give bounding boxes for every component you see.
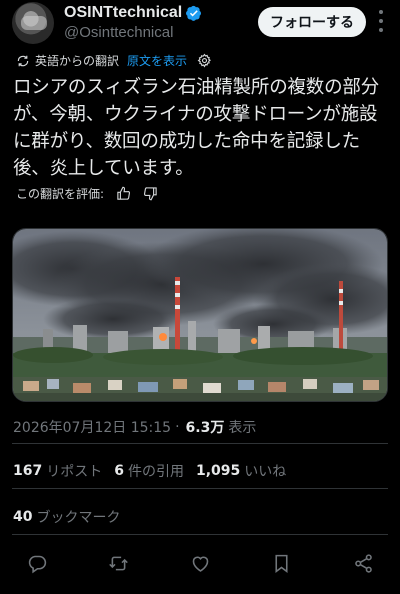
repost-icon [109, 556, 128, 570]
thumb-down-icon[interactable] [143, 186, 158, 201]
meta-separator: · [175, 419, 180, 435]
bookmarks-label[interactable]: ブックマーク [36, 507, 120, 527]
show-original-link[interactable]: 原文を表示 [127, 52, 187, 69]
translate-icon [17, 55, 29, 66]
reply-icon [28, 555, 46, 573]
rate-translation-label: この翻訳を評価: [16, 187, 105, 201]
avatar[interactable] [12, 2, 54, 44]
bookmark-button[interactable] [271, 552, 293, 574]
rate-translation: この翻訳を評価: [16, 185, 158, 202]
divider [12, 443, 388, 444]
translation-bar: 英語からの翻訳 原文を表示 [16, 52, 212, 69]
refinery-smoke-photo [13, 229, 387, 401]
tweet-header: OSINTtechnical @Osinttechnical フォローする [12, 2, 388, 46]
tweet-image[interactable] [12, 228, 388, 402]
like-icon [192, 556, 208, 572]
reply-button[interactable] [26, 552, 48, 574]
more-icon[interactable] [374, 10, 388, 32]
author-name[interactable]: OSINTtechnical [64, 4, 182, 22]
reposts-label[interactable]: リポスト [46, 461, 102, 481]
quotes-count[interactable]: 6 [114, 463, 124, 479]
like-button[interactable] [189, 552, 211, 574]
divider [12, 534, 388, 535]
share-icon [354, 553, 372, 573]
follow-button[interactable]: フォローする [258, 7, 366, 37]
tweet-meta: 2026年07月12日 15:15 · 6.3万 表示 [13, 417, 256, 437]
thumb-up-icon[interactable] [116, 186, 131, 201]
action-bar [12, 546, 388, 580]
engagement-stats: 167 リポスト 6 件の引用 1,095 いいね [13, 461, 298, 481]
bookmarks-count[interactable]: 40 [13, 509, 32, 525]
share-button[interactable] [352, 552, 374, 574]
verified-badge-icon [186, 5, 202, 21]
translation-label: 英語からの翻訳 [35, 54, 120, 68]
author-handle[interactable]: @Osinttechnical [64, 24, 173, 41]
divider [12, 488, 388, 489]
reposts-count[interactable]: 167 [13, 463, 42, 479]
bookmarks-stat: 40 ブックマーク [13, 507, 132, 527]
quotes-label[interactable]: 件の引用 [128, 461, 184, 481]
author-name-row[interactable]: OSINTtechnical [64, 4, 202, 22]
tweet-text: ロシアのスィズラン石油精製所の複数の部分が、今朝、ウクライナの攻撃ドローンが施設… [13, 77, 380, 179]
bookmark-icon [275, 554, 288, 573]
likes-label[interactable]: いいね [244, 461, 286, 481]
likes-count[interactable]: 1,095 [196, 463, 240, 479]
repost-button[interactable] [108, 552, 130, 574]
views-label: 表示 [228, 420, 257, 436]
timestamp[interactable]: 2026年07月12日 15:15 [13, 417, 171, 437]
gear-icon[interactable] [197, 53, 212, 68]
views-count: 6.3万 [185, 420, 225, 436]
